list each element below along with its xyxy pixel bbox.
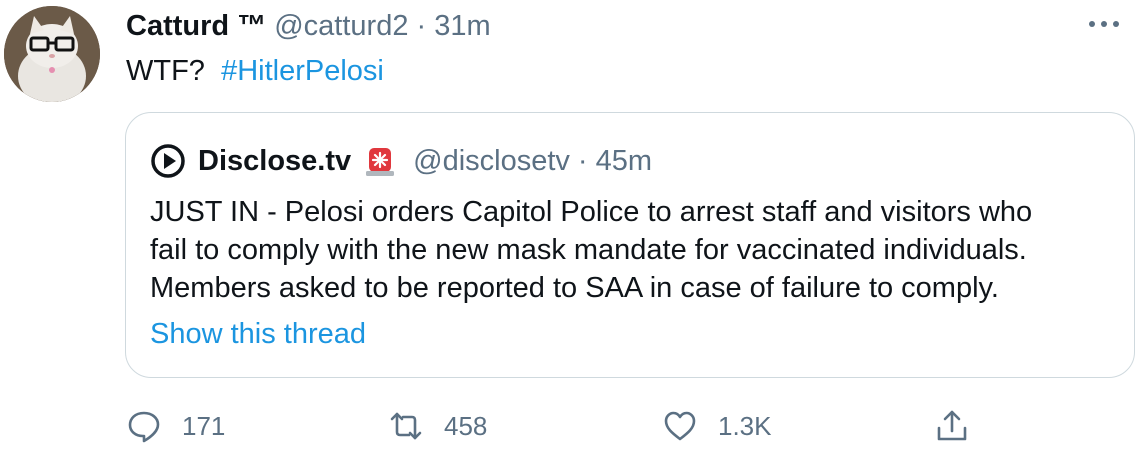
share-button[interactable] (934, 404, 990, 448)
like-button[interactable]: 1.3K (662, 404, 772, 448)
retweet-count: 458 (444, 410, 488, 441)
quoted-separator: · (577, 145, 588, 177)
tweet-text-plain: WTF? (126, 55, 205, 87)
quoted-author-name: Disclose.tv (198, 145, 352, 177)
quoted-body-line: JUST IN - Pelosi orders Capitol Police t… (150, 196, 1033, 228)
cat-with-glasses-avatar-image (4, 6, 100, 102)
retweet-button[interactable]: 458 (388, 404, 487, 448)
reply-icon (128, 411, 160, 443)
tweet-text: WTF? #HitlerPelosi (126, 52, 384, 90)
more-dots-icon[interactable] (1084, 12, 1124, 36)
header-separator: · (416, 10, 427, 42)
reply-button[interactable]: 171 (126, 404, 225, 448)
heart-icon (664, 411, 696, 441)
quoted-tweet-body: JUST IN - Pelosi orders Capitol Police t… (150, 193, 1110, 307)
quoted-time: 45m (595, 145, 653, 177)
police-siren-icon (366, 148, 395, 176)
retweet-icon (390, 412, 422, 440)
tweet-header: Catturd ™ @catturd2 · 31m (126, 8, 491, 44)
hashtag-link[interactable]: #HitlerPelosi (221, 55, 384, 87)
reply-count: 171 (182, 410, 226, 441)
tweet-time[interactable]: 31m (434, 10, 490, 42)
like-count: 1.3K (718, 410, 772, 441)
tweet-actions-bar: 171 458 1.3K (126, 404, 1126, 448)
show-thread-link[interactable]: Show this thread (150, 315, 366, 353)
quoted-body-line: fail to comply with the new mask mandate… (150, 234, 1027, 266)
quoted-body-line: Members asked to be reported to SAA in c… (150, 272, 999, 304)
share-icon (937, 410, 967, 441)
author-avatar[interactable] (4, 6, 100, 102)
author-handle[interactable]: @catturd2 (274, 10, 408, 42)
author-name[interactable]: Catturd ™ (126, 10, 266, 42)
quoted-tweet-header: Disclose.tv @disclosetv · 45m (150, 143, 652, 179)
quoted-tweet-card[interactable]: Disclose.tv @disclosetv · 45m JUST IN - … (125, 112, 1135, 378)
disclose-tv-logo-icon (151, 144, 185, 178)
quoted-author-handle: @disclosetv (413, 145, 570, 177)
